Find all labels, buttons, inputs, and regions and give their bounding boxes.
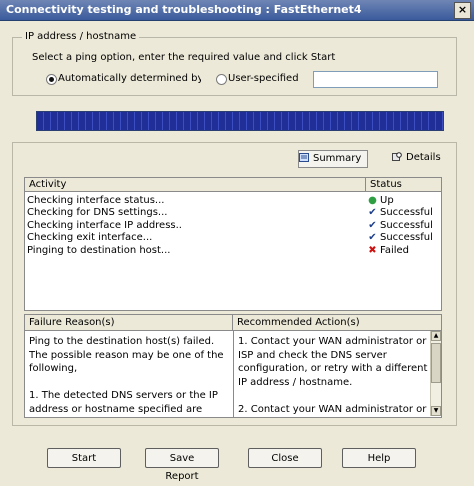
status-label: Successful xyxy=(380,219,433,231)
ping-instruction: Select a ping option, enter the required… xyxy=(32,52,336,63)
summary-button[interactable]: Summary xyxy=(298,150,368,168)
summary-icon xyxy=(299,153,309,162)
status-cell: ✔ Successful xyxy=(367,220,433,232)
column-divider xyxy=(233,331,234,417)
scroll-down-icon[interactable]: ▼ xyxy=(431,406,441,416)
user-specified-input[interactable] xyxy=(313,71,438,88)
recommended-action-text: 1. Contact your WAN administrator or ISP… xyxy=(238,336,428,415)
status-label: Up xyxy=(380,195,394,206)
check-icon: ✔ xyxy=(368,219,377,231)
details-label: Details xyxy=(406,152,441,163)
progress-bar xyxy=(36,111,444,131)
activity-cell: Checking interface status... xyxy=(27,195,165,206)
recommended-action-header: Recommended Action(s) xyxy=(233,315,441,331)
activity-table: Activity Status Checking interface statu… xyxy=(24,177,442,311)
x-icon: ✖ xyxy=(368,244,377,256)
up-icon: ● xyxy=(368,195,377,206)
activity-cell: Checking interface IP address.. xyxy=(27,219,182,231)
radio-auto[interactable] xyxy=(46,74,57,85)
activity-cell: Checking exit interface... xyxy=(27,232,153,244)
radio-auto-label: Automatically determined by Cisco xyxy=(58,73,201,84)
status-cell: ● Up xyxy=(367,195,394,207)
table-row: Checking interface status... ● Up xyxy=(25,195,441,207)
status-cell: ✔ Successful xyxy=(367,232,433,244)
scroll-thumb[interactable] xyxy=(431,343,441,383)
start-button[interactable]: Start xyxy=(47,448,121,468)
check-icon: ✔ xyxy=(368,232,377,244)
activity-cell: Checking for DNS settings... xyxy=(27,207,168,219)
failure-reason-text: Ping to the destination host(s) failed. … xyxy=(29,336,224,415)
status-cell: ✔ Successful xyxy=(367,207,433,219)
details-button[interactable]: Details xyxy=(392,150,441,166)
details-icon xyxy=(392,152,402,161)
activity-header: Activity xyxy=(25,178,366,192)
activity-cell: Pinging to destination host... xyxy=(27,244,171,256)
check-icon: ✔ xyxy=(368,207,377,219)
save-report-button[interactable]: Save Report xyxy=(145,448,219,482)
status-cell: ✖ Failed xyxy=(367,245,409,257)
table-row: Checking for DNS settings... ✔ Successful xyxy=(25,207,441,219)
radio-user-specified[interactable] xyxy=(216,74,227,85)
status-header: Status xyxy=(366,178,441,192)
window-title: Connectivity testing and troubleshooting… xyxy=(6,3,362,16)
radio-user-label: User-specified xyxy=(228,73,299,84)
action-scrollbar[interactable]: ▲ ▼ xyxy=(430,331,441,416)
scroll-up-icon[interactable]: ▲ xyxy=(431,331,441,341)
title-bar: Connectivity testing and troubleshooting… xyxy=(0,0,474,21)
ip-group-legend: IP address / hostname xyxy=(22,31,140,42)
failure-table: Failure Reason(s) Recommended Action(s) … xyxy=(24,314,442,418)
status-label: Failed xyxy=(380,244,410,256)
close-icon[interactable]: × xyxy=(454,2,471,19)
status-label: Successful xyxy=(380,207,433,219)
table-row: Checking interface IP address.. ✔ Successf… xyxy=(25,220,441,232)
summary-label: Summary xyxy=(313,153,362,164)
failure-reason-header: Failure Reason(s) xyxy=(25,315,233,331)
close-button[interactable]: Close xyxy=(248,448,322,468)
table-row: Checking exit interface... ✔ Successful xyxy=(25,232,441,244)
status-label: Successful xyxy=(380,232,433,244)
help-button[interactable]: Help xyxy=(342,448,416,468)
table-row: Pinging to destination host... ✖ Failed xyxy=(25,245,441,257)
